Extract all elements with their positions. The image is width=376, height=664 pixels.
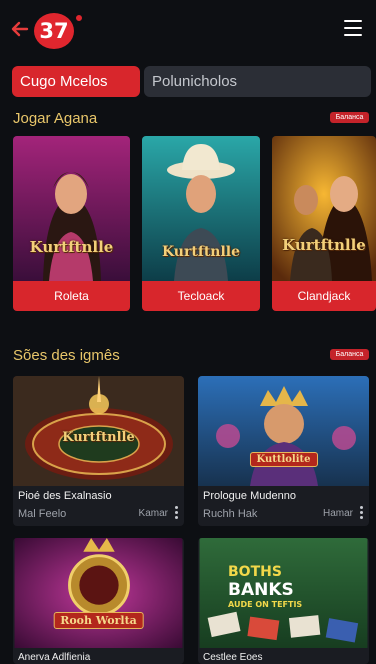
game-tile[interactable]: BOTHS BANKS AUDE ON TEFTIS Cestlee Eoes <box>198 538 369 664</box>
section-badge: Баланса <box>330 112 369 123</box>
game-title: Cestlee Eoes <box>203 652 263 663</box>
character-art <box>198 376 369 486</box>
section-title-featured: Jogar Agana <box>13 110 98 127</box>
game-tile[interactable]: Kuttlolite Prologue Mudenno Ruchh Hak Ha… <box>198 376 369 526</box>
game-logo-text: Kurtftnlle <box>62 430 135 445</box>
hamburger-menu-icon[interactable] <box>344 20 362 36</box>
logo-text: 37 <box>39 19 69 43</box>
game-logo-text: Kuttlolite <box>249 452 318 467</box>
game-card-clandjack[interactable]: Kurtftnlle Clandjack <box>272 136 376 311</box>
game-logo-text: Kurtftnlle <box>282 236 366 254</box>
game-tile[interactable]: Kurtftnlle Pioé des Exalnasio Mal Feelo … <box>13 376 184 526</box>
section-title-games: Sões des igmês <box>13 347 120 364</box>
tab-primary[interactable]: Cugo Mcelos <box>12 66 140 97</box>
top-bar: 37 <box>0 0 376 58</box>
more-options-icon[interactable] <box>360 506 364 520</box>
notification-dot <box>74 13 84 23</box>
game-subtitle: Mal Feelo <box>18 508 67 520</box>
game-logo-text: BANKS <box>228 580 294 600</box>
game-logo-text: BOTHS <box>228 564 282 580</box>
game-art <box>272 136 376 281</box>
game-title: Prologue Mudenno <box>203 490 296 502</box>
game-logo-text: Rooh Worlta <box>53 612 144 629</box>
game-title: Anerva Adlfienia <box>18 652 91 663</box>
game-subtitle: Ruchh Hak <box>203 508 258 520</box>
section-badge: Баланса <box>330 349 369 360</box>
game-logo-text: Kurtftnlle <box>29 238 114 256</box>
game-meta: Hamar <box>322 508 353 519</box>
more-options-icon[interactable] <box>175 506 179 520</box>
game-card-tecloack[interactable]: Kurtftnlle Tecloack <box>142 136 260 311</box>
game-logo-text: Kurtftnlle <box>161 244 241 260</box>
game-art <box>13 136 130 281</box>
game-card-roleta[interactable]: Kurtftnlle Roleta <box>13 136 130 311</box>
game-logo-subtext: AUDE ON TEFTIS <box>228 600 303 609</box>
arrow-left-icon[interactable] <box>10 19 30 39</box>
play-button[interactable]: Tecloack <box>142 281 260 311</box>
game-meta: Kamar <box>138 508 168 519</box>
emblem-art <box>14 538 183 648</box>
tab-label: Cugo Mcelos <box>20 73 108 90</box>
game-title: Pioé des Exalnasio <box>18 490 112 502</box>
play-button[interactable]: Roleta <box>13 281 130 311</box>
play-button[interactable]: Clandjack <box>272 281 376 311</box>
tab-secondary[interactable]: Polunicholos <box>144 66 371 97</box>
tab-label: Polunicholos <box>152 73 238 90</box>
game-tile[interactable]: Rooh Worlta Anerva Adlfienia <box>13 538 184 664</box>
brand-logo[interactable]: 37 <box>34 13 74 49</box>
